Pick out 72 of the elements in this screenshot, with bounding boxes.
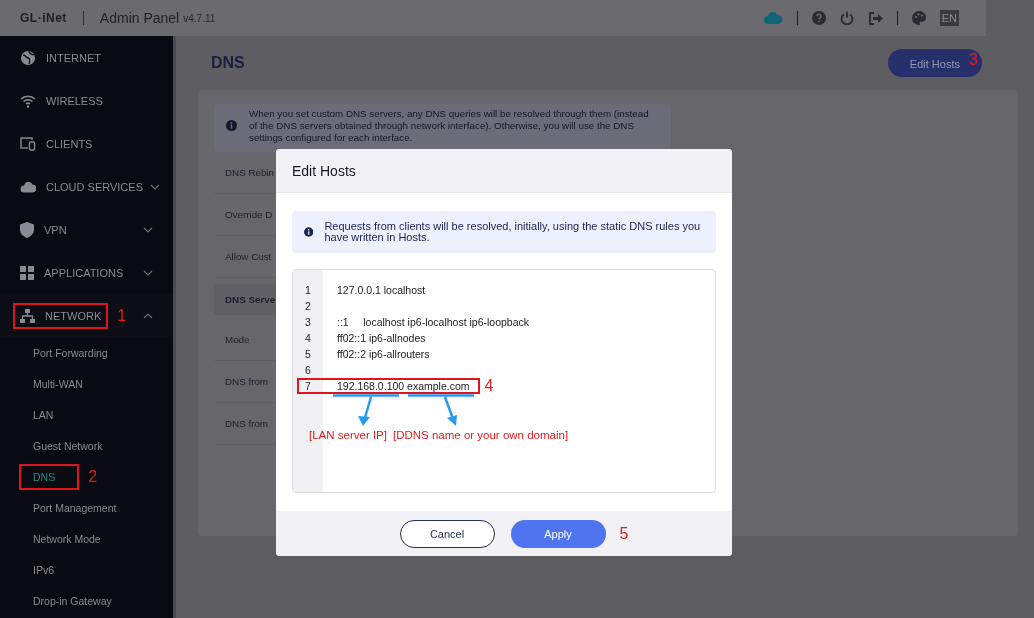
nav-subitem[interactable]: Drop-in Gateway	[19, 587, 136, 614]
code-line: 127.0.0.1 localhost	[337, 284, 426, 296]
nav-item[interactable]: APPLICATIONS	[0, 251, 173, 294]
nav-item[interactable]: VPN	[0, 208, 173, 251]
nav-subitem[interactable]: Port Management	[19, 494, 141, 521]
line-number: 3	[304, 316, 312, 328]
line-number: 5	[304, 348, 312, 360]
setting-label: DNS Rebin	[225, 167, 274, 178]
power-icon[interactable]	[839, 11, 854, 25]
network-icon	[20, 308, 35, 323]
chevron-down-icon	[143, 269, 153, 276]
globe-icon	[20, 49, 36, 66]
nav-subitem[interactable]: Network Mode	[19, 525, 125, 552]
nav-subitem[interactable]: Port Forwarding	[19, 339, 132, 366]
annotation-label: [LAN server IP]	[309, 429, 387, 441]
line-number: 7	[304, 380, 312, 392]
code-line: ff02::2 ip6-allrouters	[337, 348, 430, 360]
hosts-editor[interactable]: 1 127.0.0.1 localhost 2 3 ::1 localhost ip6-localhost ip6-loopback 4 ff02::1 ip6-allnodes 5 ff02::2 ip6-allrouters 6 7 192.168.0.100 example.com 4 [LAN server IP] [DDNS name or your own domain]	[292, 269, 716, 493]
palette-icon[interactable]	[911, 11, 926, 25]
info-icon	[226, 120, 237, 131]
nav-item[interactable]: INTERNET	[0, 36, 173, 79]
callout-number: 1	[117, 306, 127, 325]
annotation-arrow	[406, 394, 476, 426]
nav-subitem[interactable]: Guest Network	[19, 432, 127, 459]
code-line: ::1 localhost ip6-localhost ip6-loopback	[337, 316, 530, 328]
nav-subitem[interactable]: DNS	[19, 463, 80, 490]
info-icon	[304, 226, 314, 238]
annotation-arrow	[333, 394, 401, 426]
wifi-icon	[20, 93, 36, 108]
code-line: ff02::1 ip6-allnodes	[337, 332, 426, 344]
setting-label: DNS from	[225, 376, 268, 387]
app-title: Admin Panel	[99, 10, 180, 26]
line-number: 4	[304, 332, 312, 344]
callout-number: 3	[969, 51, 978, 69]
grid-icon	[20, 265, 34, 280]
info-text: When you set custom DNS servers, any DNS queries will be resolved through them (instead of the DNS servers obtained through network interface). Otherwise, you will use the DNS settings configured for each interface.	[249, 108, 650, 144]
language-button[interactable]: EN	[939, 10, 959, 26]
chevron-down-icon	[150, 183, 160, 190]
shield-icon	[20, 221, 34, 238]
nav-subitem[interactable]: IPv6	[19, 556, 78, 583]
logout-icon[interactable]	[867, 11, 883, 25]
cloud-icon	[20, 180, 36, 193]
callout-number: 2	[88, 467, 98, 486]
setting-label: DNS from	[225, 418, 268, 429]
nav-item[interactable]: WIRELESS	[0, 79, 173, 122]
brand-logo[interactable]: GL·iNet	[20, 11, 67, 25]
version-label: v4.7.11	[183, 12, 216, 24]
help-icon[interactable]	[811, 11, 826, 25]
code-line: 192.168.0.100 example.com	[337, 380, 470, 392]
annotation-label: [DDNS name or your own domain]	[392, 429, 569, 441]
nav-item[interactable]: NETWORK 1	[0, 294, 173, 337]
callout-number: 4	[484, 377, 494, 395]
nav-subitem[interactable]: LAN	[19, 401, 78, 428]
chevron-down-icon	[143, 226, 153, 233]
callout-number: 5	[619, 524, 629, 543]
setting-label: Allow Cust	[225, 251, 272, 262]
devices-icon	[20, 136, 36, 151]
setting-label: Mode	[225, 334, 250, 345]
page-title: DNS	[211, 54, 245, 72]
line-number: 6	[304, 364, 312, 376]
cancel-button[interactable]: Cancel	[399, 519, 495, 548]
chevron-up-icon	[143, 312, 153, 319]
nav-subitem[interactable]: Multi-WAN	[19, 370, 107, 397]
nav-item[interactable]: CLOUD SERVICES	[0, 165, 173, 208]
nav-item[interactable]: CLIENTS	[0, 122, 173, 165]
info-text: Requests from clients will be resolved, initially, using the static DNS rules you have written in Hosts.	[324, 221, 702, 243]
dialog-title: Edit Hosts	[292, 162, 356, 179]
setting-label: DNS Serve	[225, 293, 276, 305]
apply-button[interactable]: Apply	[510, 519, 606, 548]
line-number: 2	[304, 300, 312, 312]
line-number: 1	[304, 284, 312, 296]
setting-label: Override D	[225, 209, 273, 220]
